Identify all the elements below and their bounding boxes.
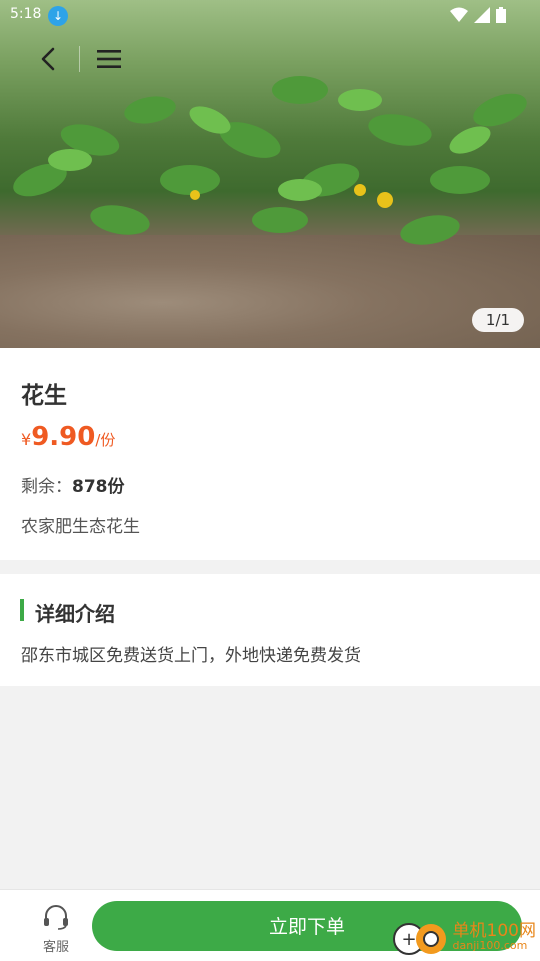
watermark-title: 单机100网: [452, 921, 536, 941]
service-label: 客服: [42, 940, 69, 955]
section-accent-bar: [20, 599, 24, 621]
svg-text:+: +: [401, 929, 416, 950]
headset-icon: [44, 905, 68, 930]
status-time: 5:18: [10, 6, 42, 22]
product-info-card: 花生 ¥9.90/份 剩余：878份 农家肥生态花生: [0, 348, 540, 560]
customer-service-button[interactable]: 客服: [34, 904, 78, 955]
detail-text: 邵东市城区免费送货上门，外地快递免费发货: [21, 646, 361, 666]
product-title: 花生: [21, 383, 67, 409]
product-description: 农家肥生态花生: [21, 517, 140, 537]
product-price: ¥9.90/份: [21, 422, 115, 452]
back-arrow-icon[interactable]: [34, 44, 64, 74]
system-icons: [450, 7, 506, 23]
wifi-icon: [450, 7, 468, 22]
stock-label: 剩余：: [21, 477, 72, 497]
stock-info: 剩余：878份: [21, 472, 125, 497]
price-unit: /份: [95, 431, 116, 449]
watermark-url: danji100.com: [452, 939, 528, 952]
bottom-action-bar: 客服 立即下单 + 单机100网 danji100.com: [0, 889, 540, 961]
peanut-plants-illustration: [13, 76, 527, 245]
image-counter: 1/1: [472, 308, 524, 332]
stock-value: 878份: [72, 477, 125, 497]
status-bar: 5:18 ↓: [0, 0, 540, 30]
price-currency: ¥: [21, 430, 32, 449]
signal-icon: [474, 7, 490, 23]
battery-icon: [496, 7, 506, 23]
site-watermark: + 单机100网 danji100.com: [391, 917, 536, 957]
product-image[interactable]: 5:18 ↓ 1/1: [0, 0, 540, 348]
download-icon: ↓: [48, 6, 68, 26]
watermark-logo-icon: +: [392, 923, 446, 955]
price-value: 9.90: [31, 422, 96, 452]
nav-divider: [79, 46, 80, 72]
detail-heading: 详细介绍: [35, 602, 115, 626]
detail-section: 详细介绍 邵东市城区免费送货上门，外地快递免费发货: [0, 574, 540, 686]
menu-icon[interactable]: [94, 44, 124, 74]
